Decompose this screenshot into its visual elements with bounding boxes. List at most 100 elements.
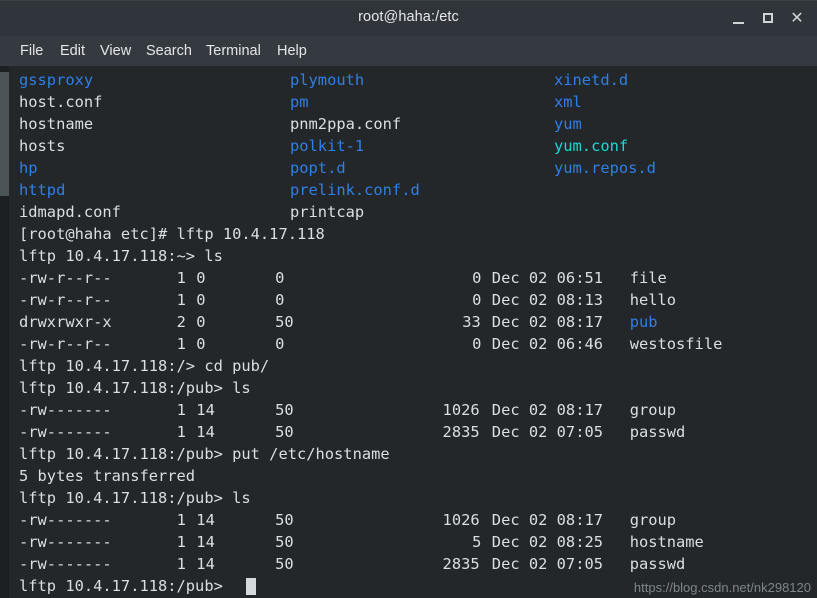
ls-size: 2835	[442, 423, 480, 441]
file-entry: hp	[19, 159, 38, 177]
ls-timestamp: Dec 02 08:17	[491, 401, 603, 419]
close-icon: ✕	[790, 10, 804, 27]
ls-group: 0	[275, 291, 285, 309]
ls-link-count: 1	[176, 291, 186, 309]
file-entry: printcap	[290, 203, 365, 221]
file-entry: hosts	[19, 137, 66, 155]
ls-owner: 0	[196, 335, 206, 353]
ls-group: 50	[275, 313, 294, 331]
file-entry: hostname	[19, 115, 94, 133]
file-entry: yum.conf	[554, 137, 629, 155]
close-button[interactable]: ✕	[786, 8, 808, 30]
shell-output-line: 5 bytes transferred	[19, 467, 196, 485]
file-entry: prelink.conf.d	[290, 181, 420, 199]
menu-item-edit[interactable]: Edit	[60, 42, 85, 60]
ls-link-count: 1	[176, 269, 186, 287]
ls-permissions: -rw-r--r--	[19, 335, 112, 353]
ls-size: 1026	[442, 511, 480, 529]
ls-owner: 0	[196, 269, 206, 287]
ls-permissions: -rw-r--r--	[19, 269, 112, 287]
maximize-icon	[763, 13, 773, 23]
scrollbar-thumb[interactable]	[0, 72, 9, 196]
text-cursor	[245, 578, 256, 595]
shell-prompt-line: lftp 10.4.17.118:~> ls	[19, 247, 223, 265]
shell-prompt-line: lftp 10.4.17.118:/pub>	[19, 577, 223, 595]
ls-timestamp: Dec 02 08:17	[491, 511, 603, 529]
title-bar: root@haha:/etc ✕	[0, 0, 817, 36]
ls-permissions: -rw-r--r--	[19, 291, 112, 309]
ls-size: 5	[472, 533, 482, 551]
ls-size: 0	[472, 291, 482, 309]
ls-link-count: 2	[176, 313, 186, 331]
maximize-button[interactable]	[757, 8, 779, 30]
menu-item-terminal[interactable]: Terminal	[206, 42, 261, 60]
ls-size: 0	[472, 269, 482, 287]
ls-filename: passwd	[629, 423, 686, 441]
ls-group: 0	[275, 335, 285, 353]
ls-timestamp: Dec 02 06:51	[491, 269, 603, 287]
ls-group: 50	[275, 423, 294, 441]
window-title: root@haha:/etc	[358, 9, 459, 25]
ls-group: 50	[275, 401, 294, 419]
ls-permissions: -rw-------	[19, 511, 112, 529]
ls-filename: file	[629, 269, 667, 287]
file-entry: plymouth	[290, 71, 365, 89]
ls-timestamp: Dec 02 07:05	[491, 423, 603, 441]
terminal-window: root@haha:/etc ✕ File Edit View Search Termi…	[0, 0, 817, 598]
shell-prompt-line: lftp 10.4.17.118:/pub> ls	[19, 379, 251, 397]
file-entry: pm	[290, 93, 309, 111]
ls-timestamp: Dec 02 08:13	[491, 291, 603, 309]
ls-group: 50	[275, 511, 294, 529]
menu-item-search[interactable]: Search	[146, 42, 192, 60]
ls-permissions: -rw-------	[19, 555, 112, 573]
ls-owner: 0	[196, 313, 206, 331]
file-entry: xml	[554, 93, 582, 111]
file-entry: xinetd.d	[554, 71, 629, 89]
ls-filename: westosfile	[629, 335, 723, 353]
ls-filename: group	[629, 511, 677, 529]
ls-group: 50	[275, 533, 294, 551]
ls-timestamp: Dec 02 08:17	[491, 313, 603, 331]
ls-timestamp: Dec 02 06:46	[491, 335, 603, 353]
ls-permissions: -rw-------	[19, 423, 112, 441]
ls-filename: group	[629, 401, 677, 419]
file-entry: host.conf	[19, 93, 103, 111]
file-entry: popt.d	[290, 159, 346, 177]
minimize-button[interactable]	[727, 8, 749, 30]
ls-permissions: drwxrwxr-x	[19, 313, 112, 331]
ls-size: 33	[462, 313, 481, 331]
minimize-icon	[732, 22, 744, 24]
ls-link-count: 1	[176, 533, 186, 551]
ls-owner: 14	[196, 511, 215, 529]
ls-timestamp: Dec 02 07:05	[491, 555, 603, 573]
file-entry: yum	[554, 115, 582, 133]
shell-prompt-line: lftp 10.4.17.118:/pub> put /etc/hostname	[19, 445, 390, 463]
file-entry: gssproxy	[19, 71, 94, 89]
file-entry: idmapd.conf	[19, 203, 121, 221]
ls-owner: 14	[196, 423, 215, 441]
terminal-body[interactable]: gssproxy plymouth xinetd.d host.conf pm xml ho…	[0, 66, 817, 598]
file-entry: polkit-1	[290, 137, 365, 155]
ls-timestamp: Dec 02 08:25	[491, 533, 603, 551]
ls-link-count: 1	[176, 401, 186, 419]
terminal-screen: gssproxy plymouth xinetd.d host.conf pm xml ho…	[9, 66, 817, 598]
scrollbar[interactable]	[0, 66, 9, 598]
menu-item-help[interactable]: Help	[277, 42, 307, 60]
shell-prompt-line: [root@haha etc]# lftp 10.4.17.118	[19, 225, 325, 243]
file-entry: pnm2ppa.conf	[290, 115, 402, 133]
ls-link-count: 1	[176, 335, 186, 353]
ls-filename: hostname	[629, 533, 704, 551]
ls-permissions: -rw-------	[19, 401, 112, 419]
ls-filename: passwd	[629, 555, 686, 573]
watermark: https://blog.csdn.net/nk298120	[633, 580, 811, 595]
ls-size: 2835	[442, 555, 480, 573]
menu-item-view[interactable]: View	[100, 42, 131, 60]
shell-prompt-line: lftp 10.4.17.118:/> cd pub/	[19, 357, 270, 375]
menu-item-file[interactable]: File	[20, 42, 43, 60]
ls-owner: 0	[196, 291, 206, 309]
shell-prompt-line: lftp 10.4.17.118:/pub> ls	[19, 489, 251, 507]
ls-owner: 14	[196, 533, 215, 551]
ls-filename: pub	[629, 313, 658, 331]
ls-owner: 14	[196, 555, 215, 573]
ls-size: 0	[472, 335, 482, 353]
